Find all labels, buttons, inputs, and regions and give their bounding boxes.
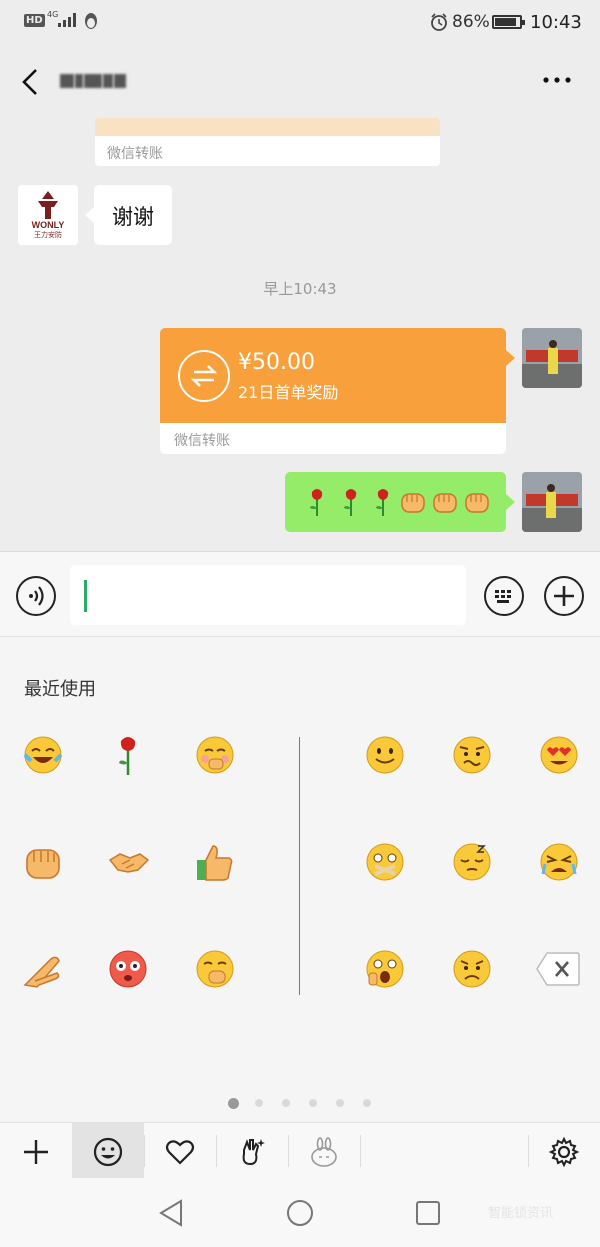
message-bubble-received[interactable]: 谢谢 [85,185,172,245]
my-avatar[interactable] [522,328,582,388]
keyboard-button[interactable] [484,576,524,616]
sad-emoji-icon[interactable] [450,947,494,991]
svg-text:王力安防: 王力安防 [34,230,62,239]
sparkle-hand-icon [242,1139,265,1166]
bubble-tail [506,350,515,366]
nav-back-icon[interactable] [157,1198,187,1228]
page-dot[interactable] [282,1099,290,1107]
signal-icon [58,13,76,27]
battery-icon [492,15,525,29]
bubble-tail [506,494,515,510]
more-dots-icon[interactable] [540,70,574,90]
input-bar [0,551,600,637]
page-dot[interactable] [363,1099,371,1107]
contact-avatar[interactable]: WONLY 王力安防 [18,185,78,245]
qq-penguin-icon [85,13,97,29]
svg-text:WONLY: WONLY [32,220,65,230]
fist-icon [401,493,425,513]
page-dot[interactable] [228,1098,239,1109]
handshake-emoji-icon[interactable] [106,840,150,884]
tab-add[interactable] [0,1123,72,1179]
message-bubble-sent[interactable] [285,472,506,532]
alarm-icon [431,13,447,31]
giggle-emoji-icon[interactable] [193,733,237,777]
message-input[interactable] [70,565,466,625]
fist-icon [433,493,457,513]
transfer-label: 微信转账 [107,146,163,162]
rose-icon [344,489,357,516]
battery-fill [495,18,516,26]
page-dot[interactable] [309,1099,317,1107]
clock: 10:43 [530,12,582,33]
wonly-logo: WONLY 王力安防 [18,185,78,245]
recent-divider [299,737,300,995]
chat-header [0,46,600,118]
thumbs-up-emoji-icon[interactable] [193,840,237,884]
network-type: 4G [47,10,59,19]
transfer-arrows-icon [178,350,230,402]
emoji-tab-bar [0,1122,600,1179]
back-arrow-icon[interactable] [18,66,42,98]
page-dot[interactable] [255,1099,263,1107]
page-dot[interactable] [336,1099,344,1107]
shut-mouth-emoji-icon[interactable] [363,840,407,884]
smile-emoji-icon[interactable] [363,733,407,777]
recent-section-title: 最近使用 [24,679,96,700]
sleepy-emoji-icon[interactable] [450,840,494,884]
rose-icon [376,489,389,516]
battery-percent: 86% [452,12,490,32]
angry-flushed-emoji-icon[interactable] [106,947,150,991]
system-nav-bar: 智能锁资讯 [0,1178,600,1247]
bunny-icon [311,1137,337,1167]
my-avatar[interactable] [522,472,582,532]
rose-icon [310,489,323,516]
transfer-note: 21日首单奖励 [238,383,339,402]
emoji-panel: 最近使用 [0,637,600,1122]
tab-stickers[interactable] [216,1123,288,1179]
tab-settings[interactable] [528,1123,600,1179]
fist-icon [465,493,489,513]
smiley-icon [93,1137,123,1167]
tab-favorites[interactable] [144,1123,216,1179]
smirk-emoji-icon[interactable] [193,947,237,991]
status-bar: HD 4G 86% 10:43 [0,0,600,46]
crying-emoji-icon[interactable] [537,840,581,884]
transfer-label: 微信转账 [174,433,230,449]
rose-emoji-icon[interactable] [106,733,150,777]
transfer-card[interactable]: ¥50.00 21日首单奖励 微信转账 [160,328,506,454]
nav-home-icon[interactable] [285,1198,315,1228]
shocked-emoji-icon[interactable] [363,947,407,991]
plus-circle-icon [554,586,574,606]
tab-emoji[interactable] [72,1123,144,1179]
nav-recents-icon[interactable] [413,1198,443,1228]
chat-messages: 微信转账 WONLY 王力安防 谢谢 早上10:43 ¥50.00 21日首单奖… [0,118,600,551]
heart-eyes-emoji-icon[interactable] [537,733,581,777]
backspace-icon[interactable] [535,950,581,988]
transfer-card-partial[interactable]: 微信转账 [95,118,440,166]
hd-badge: HD [24,14,45,27]
text-caret [84,580,87,612]
watermark: 智能锁资讯 [488,1206,554,1221]
laugh-cry-emoji-icon[interactable] [21,733,65,777]
tab-sticker-pack[interactable] [288,1123,360,1179]
transfer-amount: ¥50.00 [238,350,315,375]
fist-emoji-icon[interactable] [21,840,65,884]
voice-icon [29,586,44,606]
awkward-emoji-icon[interactable] [450,733,494,777]
voice-button[interactable] [16,576,56,616]
message-timestamp: 早上10:43 [263,280,337,298]
more-functions-button[interactable] [544,576,584,616]
heart-icon [165,1140,195,1165]
ok-hand-emoji-icon[interactable] [21,947,65,991]
message-text: 谢谢 [112,205,154,229]
plus-icon [24,1140,48,1164]
keyboard-icon [495,590,511,603]
settings-gear-icon [548,1136,580,1168]
contact-name-blurred [60,68,140,96]
